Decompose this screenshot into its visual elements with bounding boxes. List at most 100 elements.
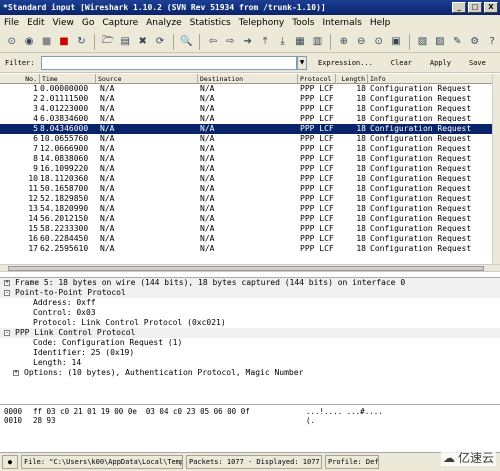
column-header-destination[interactable]: Destination [198,74,298,83]
go-to-packet-icon[interactable]: ➔ [240,33,255,50]
packet-details-tree[interactable]: + Frame 5: 18 bytes on wire (144 bits), 1… [0,277,500,400]
packet-list-scrollbar[interactable] [492,74,500,264]
stop-capture-icon[interactable]: ■ [56,33,71,50]
packet-cell-info: Configuration Request [370,184,472,193]
menu-edit[interactable]: Edit [27,18,44,28]
packet-row[interactable]: 12 52.1829850 N/A N/A PPP LCF 18 Configuration… [0,194,500,204]
menu-internals[interactable]: Internals [322,18,361,28]
display-filters-icon[interactable]: ▨ [432,33,447,50]
zoom-in-icon[interactable]: ⊕ [336,33,351,50]
detail-tree-item[interactable]: - Point-to-Point Protocol [0,288,500,298]
menu-view[interactable]: View [53,18,74,28]
close-file-icon[interactable]: ✖ [135,33,150,50]
packet-list[interactable]: No. Time Source Destination Protocol Len… [0,74,500,264]
find-packet-icon[interactable]: 🔍 [179,33,194,50]
status-packets: Packets: 1077 · Displayed: 1077 (... [186,455,322,469]
packet-row[interactable]: 15 58.2233300 N/A N/A PPP LCF 18 Configuration… [0,224,500,234]
detail-tree-item[interactable]: Control: 0x03 [0,308,500,318]
packet-row[interactable]: 4 6.03834600 N/A N/A PPP LCF 18 Configuration … [0,114,500,124]
detail-tree-item[interactable]: + Frame 5: 18 bytes on wire (144 bits), 1… [0,278,500,288]
packet-row[interactable]: 14 56.2012150 N/A N/A PPP LCF 18 Configuration… [0,214,500,224]
packet-row[interactable]: 2 2.01111500 N/A N/A PPP LCF 18 Configuration … [0,94,500,104]
packet-row[interactable]: 11 50.1658700 N/A N/A PPP LCF 18 Configuration… [0,184,500,194]
filter-dropdown-button[interactable]: ▼ [297,55,307,70]
packet-row[interactable]: 1 0.00000000 N/A N/A PPP LCF 18 Configuration … [0,84,500,94]
detail-tree-item[interactable]: Address: 0xff [0,298,500,308]
save-file-icon[interactable]: ▤ [118,33,133,50]
go-last-icon[interactable]: ⤓ [275,33,290,50]
detail-tree-item[interactable]: Protocol: Link Control Protocol (0xc021) [0,318,500,328]
expert-info-icon[interactable]: ● [2,455,18,469]
packet-row[interactable]: 8 14.0838060 N/A N/A PPP LCF 18 Configuration … [0,154,500,164]
expand-icon[interactable]: + [13,370,19,376]
go-forward-icon[interactable]: ⇨ [223,33,238,50]
detail-tree-item[interactable]: Length: 14 [0,358,500,368]
packet-list-hscrollbar[interactable] [0,264,500,272]
interface-list-icon[interactable]: ⊙ [4,33,19,50]
detail-tree-item[interactable]: - PPP Link Control Protocol [0,328,500,338]
save-filter-button[interactable]: Save [462,59,493,67]
maximize-button[interactable]: □ [468,2,482,13]
detail-tree-item[interactable]: Identifier: 25 (0x19) [0,348,500,358]
open-file-icon[interactable]: 🗁 [100,33,115,50]
detail-tree-item[interactable]: + Options: (10 bytes), Authentication Pro… [0,368,500,378]
menu-analyze[interactable]: Analyze [146,18,181,28]
preferences-icon[interactable]: ⚙ [467,33,482,50]
menu-capture[interactable]: Capture [102,18,138,28]
packet-row[interactable]: 5 8.04346000 N/A N/A PPP LCF 18 Configuration … [0,124,500,134]
collapse-icon[interactable]: - [4,290,10,296]
hex-row[interactable]: 0000 ff 03 c0 21 01 19 00 0e 03 04 c0 23 … [0,407,500,416]
apply-button[interactable]: Apply [423,59,458,67]
packet-row[interactable]: 7 12.0666900 N/A N/A PPP LCF 18 Configuration … [0,144,500,154]
packet-cell-info: Configuration Request [370,144,472,153]
minimize-button[interactable]: _ [452,2,466,13]
packet-row[interactable]: 3 4.01223000 N/A N/A PPP LCF 18 Configuration … [0,104,500,114]
capture-options-icon[interactable]: ◉ [21,33,36,50]
packet-row[interactable]: 16 60.2284450 N/A N/A PPP LCF 18 Configuration… [0,234,500,244]
reload-icon[interactable]: ⟳ [152,33,167,50]
hex-bytes: ff 03 c0 21 01 19 00 0e 03 04 c0 23 05 0… [33,407,250,416]
go-first-icon[interactable]: ⤒ [257,33,272,50]
packet-row[interactable]: 17 62.2595610 N/A N/A PPP LCF 18 Configuration… [0,244,500,254]
column-header-length[interactable]: Length [336,74,368,83]
column-header-info[interactable]: Info [368,74,498,83]
start-capture-icon[interactable]: ■ [39,33,54,50]
auto-scroll-icon[interactable]: ▥ [310,33,325,50]
menu-telephony[interactable]: Telephony [239,18,285,28]
detail-tree-item[interactable]: Code: Configuration Request (1) [0,338,500,348]
menu-statistics[interactable]: Statistics [190,18,231,28]
colorize-icon[interactable]: ▦ [292,33,307,50]
packet-row[interactable]: 6 10.0655760 N/A N/A PPP LCF 18 Configuration … [0,134,500,144]
packet-row[interactable]: 9 16.1099220 N/A N/A PPP LCF 18 Configuration … [0,164,500,174]
restart-capture-icon[interactable]: ↻ [74,33,89,50]
menu-file[interactable]: File [4,18,19,28]
zoom-normal-icon[interactable]: ⊙ [371,33,386,50]
resize-columns-icon[interactable]: ▣ [388,33,403,50]
expand-icon[interactable]: + [4,280,10,286]
menu-go[interactable]: Go [82,18,94,28]
packet-cell-time: 10.0655760 [40,134,89,143]
packet-bytes-pane[interactable]: 0000 ff 03 c0 21 01 19 00 0e 03 04 c0 23 … [0,404,500,452]
coloring-rules-icon[interactable]: ✎ [450,33,465,50]
column-header-time[interactable]: Time [40,74,96,83]
expression-button[interactable]: Expression... [311,59,380,67]
menu-tools[interactable]: Tools [292,18,314,28]
clear-button[interactable]: Clear [384,59,419,67]
detail-text: Frame 5: 18 bytes on wire (144 bits), 18… [15,278,406,287]
packet-row[interactable]: 10 18.1120360 N/A N/A PPP LCF 18 Configuration… [0,174,500,184]
column-header-protocol[interactable]: Protocol [298,74,336,83]
column-header-source[interactable]: Source [96,74,198,83]
menu-help[interactable]: Help [370,18,391,28]
help-icon[interactable]: ? [484,33,499,50]
column-header-no[interactable]: No. [0,74,40,83]
packet-row[interactable]: 13 54.1820990 N/A N/A PPP LCF 18 Configuration… [0,204,500,214]
window-titlebar[interactable]: *Standard input [Wireshark 1.10.2 (SVN R… [0,0,500,15]
collapse-icon[interactable]: - [4,330,10,336]
status-profile[interactable]: Profile: Defau [325,455,379,469]
zoom-out-icon[interactable]: ⊖ [354,33,369,50]
hex-row[interactable]: 0010 28 93 (. [0,416,500,425]
close-button[interactable]: X [484,2,498,13]
capture-filters-icon[interactable]: ▧ [415,33,430,50]
filter-input[interactable] [41,55,297,70]
go-back-icon[interactable]: ⇦ [205,33,220,50]
